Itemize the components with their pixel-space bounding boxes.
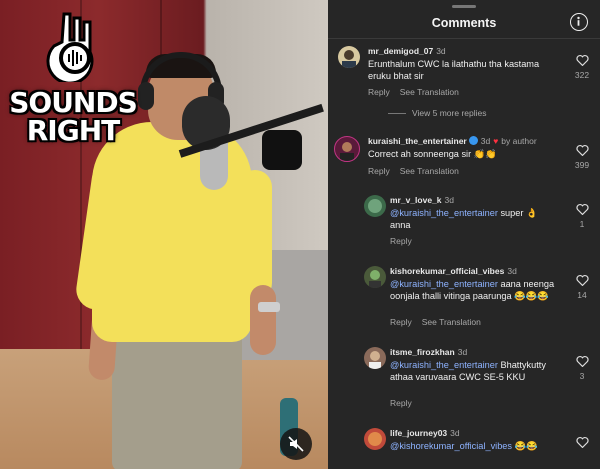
info-icon[interactable]	[570, 13, 588, 31]
comments-title: Comments	[431, 16, 497, 30]
reply-button[interactable]: Reply	[368, 166, 390, 176]
reply-meta: itsme_firozkhan 3d	[390, 347, 467, 357]
like-count: 1	[579, 219, 585, 229]
like-count: 399	[574, 160, 590, 170]
reply-button[interactable]: Reply	[368, 87, 390, 97]
avatar[interactable]	[364, 347, 386, 369]
reply-mention[interactable]: @kuraishi_the_entertainer	[390, 360, 498, 370]
reply-mention[interactable]: @kuraishi_the_entertainer	[390, 279, 498, 289]
comment-username[interactable]: mr_demigod_07	[368, 46, 433, 56]
like-button[interactable]: 14	[574, 274, 590, 300]
like-button[interactable]: 3	[574, 355, 590, 381]
singer-right-sleeve	[238, 170, 272, 300]
see-translation-button[interactable]: See Translation	[400, 166, 459, 176]
reply-text: @kishorekumar_official_vibes 😂😂	[390, 440, 570, 452]
avatar[interactable]	[364, 266, 386, 288]
comment-meta: mr_demigod_07 3d	[368, 46, 446, 56]
reply-button[interactable]: Reply	[390, 236, 412, 246]
like-button[interactable]: 399	[574, 144, 590, 170]
drag-handle[interactable]	[452, 5, 476, 8]
heart-icon	[575, 355, 589, 367]
reply-mention[interactable]: @kuraishi_the_entertainer	[390, 208, 498, 218]
reply-body: 😂😂	[512, 441, 538, 451]
reply-meta: mr_v_love_k 3d	[390, 195, 454, 205]
comment-time: 3d	[480, 136, 491, 146]
reply-text: @kuraishi_the_entertainer Bhattykutty at…	[390, 359, 560, 383]
comment-username[interactable]: kuraishi_the_entertainer	[368, 136, 467, 146]
avatar[interactable]	[338, 46, 360, 68]
reply-meta: kishorekumar_official_vibes 3d	[390, 266, 517, 276]
reply-actions: Reply	[390, 236, 422, 246]
logo-text-right: RIGHT	[26, 114, 121, 147]
reply-button[interactable]: Reply	[390, 398, 412, 408]
reply-time: 3d	[450, 428, 460, 438]
video-player[interactable]: SOUNDS RIGHT	[0, 0, 328, 469]
reply-button[interactable]: Reply	[390, 317, 412, 327]
avatar-image-icon	[369, 270, 381, 288]
reply-actions: Reply See Translation	[390, 317, 491, 327]
heart-icon	[575, 144, 589, 156]
heart-icon	[575, 203, 589, 215]
like-count: 3	[579, 371, 585, 381]
like-button[interactable]: 1	[574, 203, 590, 229]
sounds-right-logo: SOUNDS RIGHT	[8, 10, 138, 147]
reply-actions: Reply	[390, 398, 422, 408]
singer-watch	[258, 302, 280, 312]
reply-text: @kuraishi_the_entertainer super 👌 anna	[390, 207, 560, 231]
author-heart-icon: ♥	[493, 136, 499, 146]
liked-by-author-label: by author	[501, 136, 537, 146]
singer-right-arm	[250, 285, 276, 355]
reply-username[interactable]: kishorekumar_official_vibes	[390, 266, 504, 276]
comment-meta: kuraishi_the_entertainer 3d ♥ by author	[368, 136, 537, 146]
avatar-image-icon	[368, 432, 382, 446]
avatar[interactable]	[364, 428, 386, 450]
emoji-reaction-bar[interactable]	[328, 459, 600, 469]
view-more-replies-button[interactable]: View 5 more replies	[388, 108, 487, 118]
like-button[interactable]	[574, 436, 590, 448]
comment-text: Correct ah sonneenga sir 👏👏	[368, 149, 497, 159]
avatar-image-icon	[369, 351, 381, 369]
singer-shirt	[92, 122, 252, 342]
reply-username[interactable]: life_journey03	[390, 428, 447, 438]
hand-logo-icon	[46, 12, 94, 82]
comment-time: 3d	[436, 46, 446, 56]
like-count: 322	[574, 70, 590, 80]
reply-mention[interactable]: @kishorekumar_official_vibes	[390, 441, 512, 451]
headphone-cup-left	[138, 82, 154, 110]
comment-actions: Reply See Translation	[368, 87, 469, 97]
avatar-image-icon	[368, 199, 382, 213]
speaker-muted-icon	[288, 436, 304, 452]
avatar[interactable]	[364, 195, 386, 217]
mute-button[interactable]	[280, 428, 312, 460]
verified-badge-icon	[468, 136, 478, 145]
reply-username[interactable]: itsme_firozkhan	[390, 347, 455, 357]
reply-time: 3d	[507, 266, 517, 276]
avatar[interactable]	[334, 136, 360, 162]
like-count: 14	[577, 290, 587, 300]
info-glyph-icon	[577, 16, 580, 26]
reply-meta: life_journey03 3d	[390, 428, 460, 438]
see-translation-button[interactable]: See Translation	[422, 317, 481, 327]
heart-icon	[575, 274, 589, 286]
comment-actions: Reply See Translation	[368, 166, 469, 176]
reply-username[interactable]: mr_v_love_k	[390, 195, 442, 205]
singer-pants	[112, 322, 242, 469]
heart-icon	[575, 54, 589, 66]
avatar-image-icon	[342, 50, 356, 68]
reply-text: @kuraishi_the_entertainer aana neenga oo…	[390, 278, 560, 302]
header-divider	[328, 38, 600, 39]
comments-panel: Comments mr_demigod_07 3d Erunthalum CWC …	[328, 0, 600, 469]
heart-icon	[575, 436, 589, 448]
see-translation-button[interactable]: See Translation	[400, 87, 459, 97]
avatar-image-icon	[340, 142, 354, 161]
comment-text: Erunthalum CWC la ilathathu tha kastama …	[368, 59, 540, 81]
reply-time: 3d	[444, 195, 454, 205]
like-button[interactable]: 322	[574, 54, 590, 80]
reply-time: 3d	[457, 347, 468, 357]
mic-clamp	[262, 130, 302, 170]
